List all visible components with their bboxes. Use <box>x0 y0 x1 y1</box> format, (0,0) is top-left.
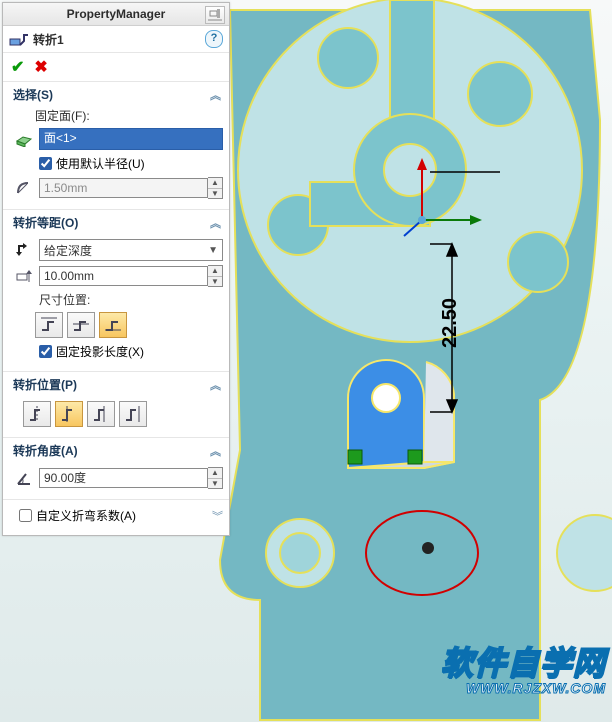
property-manager-panel: PropertyManager 转折1 ? ✔ ✖ 选择(S) ︽ 固定面(F)… <box>2 2 230 536</box>
bend-radius-input: 1.50mm <box>39 178 208 198</box>
pin-icon[interactable] <box>205 6 225 24</box>
offset-spinner[interactable]: ▲▼ <box>208 265 223 287</box>
jog-pos-material-inside-button[interactable] <box>55 401 83 427</box>
fixed-face-label: 固定面(F): <box>35 107 223 124</box>
chevron-up-icon: ︽ <box>210 215 221 231</box>
dim-pos-inside-button[interactable] <box>67 312 95 338</box>
jog-pos-bend-outside-button[interactable] <box>119 401 147 427</box>
fixed-face-selection[interactable]: 面<1> <box>39 128 223 150</box>
dim-pos-outside-button[interactable] <box>35 312 63 338</box>
end-condition-combo[interactable]: 给定深度▼ <box>39 239 223 261</box>
section-select-header[interactable]: 选择(S) ︽ <box>3 82 229 105</box>
dim-pos-overall-button[interactable] <box>99 312 127 338</box>
angle-icon <box>13 468 35 488</box>
section-offset-header[interactable]: 转折等距(O) ︽ <box>3 210 229 233</box>
help-icon[interactable]: ? <box>205 30 223 48</box>
chevron-up-icon: ︽ <box>210 87 221 103</box>
section-jog-position-header[interactable]: 转折位置(P) ︽ <box>3 372 229 395</box>
use-default-radius-label: 使用默认半径(U) <box>56 155 145 172</box>
face-pick-icon[interactable] <box>13 129 35 149</box>
angle-spinner[interactable]: ▲▼ <box>208 467 223 489</box>
custom-bend-allowance-checkbox[interactable] <box>19 509 32 522</box>
radius-icon <box>13 178 35 198</box>
fix-projection-length-label: 固定投影长度(X) <box>56 343 144 360</box>
fix-projection-length-checkbox[interactable] <box>39 345 52 358</box>
watermark: 软件自学网 WWW.RJZXW.COM <box>441 638 606 696</box>
offset-distance-input[interactable]: 10.00mm <box>39 266 208 286</box>
chevron-down-icon: ︾ <box>212 508 223 524</box>
chevron-up-icon: ︽ <box>210 443 221 459</box>
reverse-direction-icon[interactable] <box>13 240 35 260</box>
feature-name: 转折1 <box>33 31 64 48</box>
jog-pos-bend-centerline-button[interactable] <box>23 401 51 427</box>
chevron-up-icon: ︽ <box>210 377 221 393</box>
cancel-button[interactable]: ✖ <box>34 57 47 77</box>
use-default-radius-checkbox[interactable] <box>39 157 52 170</box>
panel-title: PropertyManager <box>67 7 166 21</box>
panel-title-bar: PropertyManager <box>3 3 229 26</box>
dimension-text: 22.50 <box>439 298 461 348</box>
jog-angle-input[interactable]: 90.00度 <box>39 468 208 488</box>
dim-position-label: 尺寸位置: <box>39 291 223 308</box>
jog-feature-icon <box>9 30 29 48</box>
custom-bend-allowance-label: 自定义折弯系数(A) <box>36 507 136 524</box>
section-jog-angle-header[interactable]: 转折角度(A) ︽ <box>3 438 229 461</box>
radius-spinner: ▲▼ <box>208 177 223 199</box>
depth-icon <box>13 266 35 286</box>
jog-pos-material-outside-button[interactable] <box>87 401 115 427</box>
ok-button[interactable]: ✔ <box>11 57 24 77</box>
